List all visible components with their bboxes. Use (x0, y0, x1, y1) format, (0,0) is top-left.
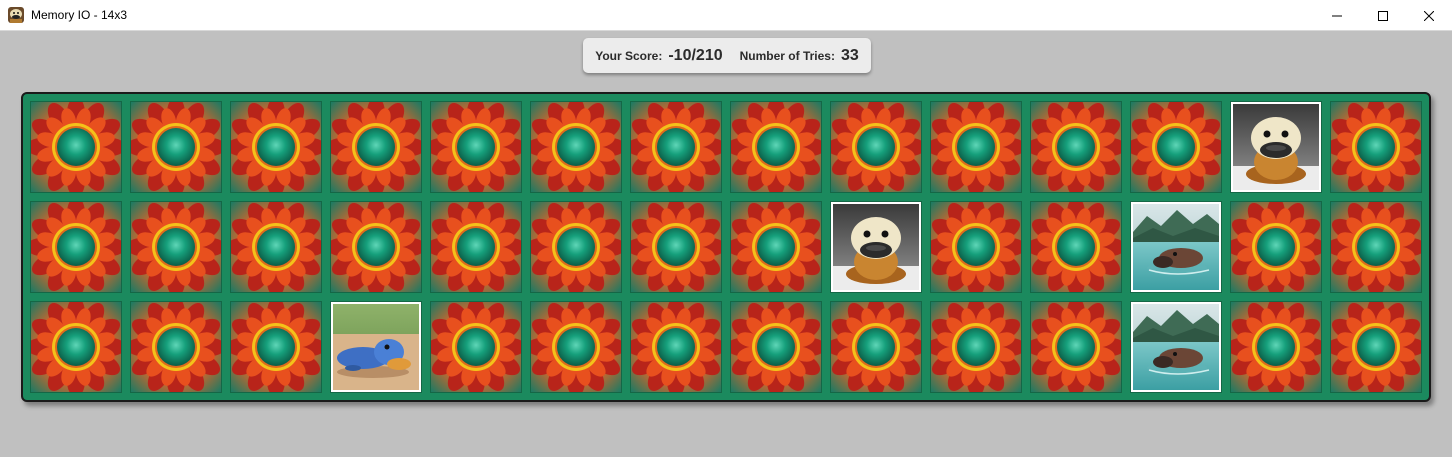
card-face-down[interactable] (831, 302, 921, 392)
card-back-pattern (231, 202, 321, 292)
close-icon (1424, 10, 1434, 21)
card-platypus-swimming-lake[interactable] (1131, 302, 1221, 392)
card-back-pattern (631, 202, 721, 292)
card-face-down[interactable] (431, 102, 521, 192)
card-back-pattern (531, 302, 621, 392)
card-face-down[interactable] (1031, 202, 1121, 292)
game-board (21, 92, 1431, 402)
card-back-pattern (631, 102, 721, 192)
card-back-pattern (1031, 102, 1121, 192)
card-back-pattern (731, 102, 821, 192)
card-back-pattern (31, 202, 121, 292)
card-face-down[interactable] (31, 302, 121, 392)
title-bar: Memory IO - 14x3 (0, 0, 1452, 31)
card-back-pattern (831, 102, 921, 192)
card-face-down[interactable] (831, 102, 921, 192)
card-back-pattern (531, 202, 621, 292)
card-face-down[interactable] (1331, 302, 1421, 392)
card-back-pattern (31, 102, 121, 192)
card-face-down[interactable] (231, 302, 321, 392)
card-back-pattern (431, 202, 521, 292)
platypus-swimming-lake-image (1133, 204, 1219, 290)
card-back-pattern (1231, 202, 1321, 292)
card-face-down[interactable] (331, 102, 421, 192)
card-back-pattern (731, 302, 821, 392)
card-face-down[interactable] (531, 302, 621, 392)
card-face-down[interactable] (731, 202, 821, 292)
score-value: -10/210 (668, 46, 723, 64)
card-face-down[interactable] (1331, 102, 1421, 192)
score-panel: Your Score: -10/210 Number of Tries: 33 (583, 38, 871, 73)
card-back-pattern (1331, 202, 1421, 292)
card-back-pattern (631, 302, 721, 392)
card-back-pattern (1031, 202, 1121, 292)
card-face-down[interactable] (131, 302, 221, 392)
window-title: Memory IO - 14x3 (31, 8, 128, 22)
card-face-down[interactable] (1131, 102, 1221, 192)
card-back-pattern (1331, 302, 1421, 392)
card-back-pattern (931, 202, 1021, 292)
platypus-swimming-lake-image (1133, 304, 1219, 390)
card-back-pattern (131, 202, 221, 292)
card-back-pattern (1331, 102, 1421, 192)
tries-value: 33 (840, 46, 859, 64)
card-face-down[interactable] (131, 102, 221, 192)
minimize-icon (1332, 15, 1342, 16)
card-face-down[interactable] (131, 202, 221, 292)
card-back-pattern (231, 102, 321, 192)
card-back-pattern (1031, 302, 1121, 392)
card-face-down[interactable] (531, 102, 621, 192)
card-face-down[interactable] (331, 202, 421, 292)
platypus-plush-cream-image (1233, 104, 1319, 190)
card-back-pattern (1131, 102, 1221, 192)
card-face-down[interactable] (1031, 102, 1121, 192)
card-face-down[interactable] (1031, 302, 1121, 392)
card-platypus-swimming-lake[interactable] (1131, 202, 1221, 292)
platypus-plush-cream-image (833, 204, 919, 290)
card-back-pattern (31, 302, 121, 392)
card-face-down[interactable] (31, 202, 121, 292)
card-back-pattern (831, 302, 921, 392)
card-face-down[interactable] (931, 202, 1021, 292)
platypus-blue-sand-image (333, 304, 419, 390)
card-back-pattern (131, 302, 221, 392)
card-back-pattern (1231, 302, 1321, 392)
maximize-icon (1378, 10, 1388, 21)
card-face-down[interactable] (931, 302, 1021, 392)
card-back-pattern (231, 302, 321, 392)
card-back-pattern (331, 202, 421, 292)
card-face-down[interactable] (1231, 202, 1321, 292)
card-face-down[interactable] (31, 102, 121, 192)
card-face-down[interactable] (231, 202, 321, 292)
card-face-down[interactable] (1231, 302, 1321, 392)
card-face-down[interactable] (431, 202, 521, 292)
card-back-pattern (431, 302, 521, 392)
card-back-pattern (431, 102, 521, 192)
platypus-app-icon (8, 7, 24, 23)
card-face-down[interactable] (631, 102, 721, 192)
card-back-pattern (331, 102, 421, 192)
card-face-down[interactable] (231, 102, 321, 192)
card-back-pattern (931, 302, 1021, 392)
card-face-down[interactable] (631, 302, 721, 392)
card-back-pattern (931, 102, 1021, 192)
card-platypus-plush-cream[interactable] (831, 202, 921, 292)
card-face-down[interactable] (731, 302, 821, 392)
card-face-down[interactable] (1331, 202, 1421, 292)
card-face-down[interactable] (431, 302, 521, 392)
score-label: Your Score: (595, 48, 663, 63)
card-face-down[interactable] (631, 202, 721, 292)
card-face-down[interactable] (931, 102, 1021, 192)
tries-label: Number of Tries: (739, 48, 835, 63)
card-back-pattern (531, 102, 621, 192)
close-button[interactable] (1406, 0, 1452, 31)
card-platypus-blue-sand[interactable] (331, 302, 421, 392)
card-platypus-plush-cream[interactable] (1231, 102, 1321, 192)
card-back-pattern (131, 102, 221, 192)
minimize-button[interactable] (1314, 0, 1360, 31)
card-back-pattern (731, 202, 821, 292)
maximize-button[interactable] (1360, 0, 1406, 31)
card-face-down[interactable] (731, 102, 821, 192)
card-face-down[interactable] (531, 202, 621, 292)
